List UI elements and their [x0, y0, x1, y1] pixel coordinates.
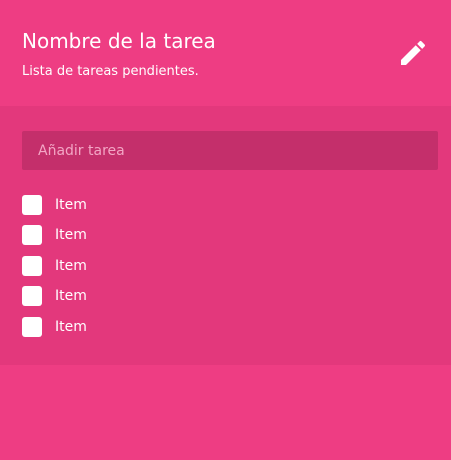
task-label: Item	[55, 288, 87, 305]
task-title: Nombre de la tarea	[22, 29, 216, 53]
list-item: Item	[22, 194, 222, 224]
list-item: Item	[22, 224, 222, 254]
task-checkbox[interactable]	[22, 286, 42, 307]
task-label: Item	[55, 257, 87, 274]
card-header: Nombre de la tarea Lista de tareas pendi…	[0, 0, 451, 106]
task-checkbox[interactable]	[22, 255, 42, 276]
task-card: Nombre de la tarea Lista de tareas pendi…	[0, 0, 451, 460]
task-label: Item	[55, 227, 87, 244]
list-item: Item	[22, 285, 222, 315]
task-checkbox[interactable]	[22, 195, 42, 215]
add-task-input[interactable]	[22, 131, 438, 170]
list-item: Item	[22, 316, 222, 346]
task-checkbox[interactable]	[22, 316, 42, 337]
task-list: Item Item Item Item Item	[22, 194, 222, 346]
list-item: Item	[22, 255, 222, 285]
edit-button[interactable]	[397, 37, 429, 69]
task-label: Item	[55, 197, 87, 213]
task-checkbox[interactable]	[22, 225, 42, 246]
pencil-icon	[397, 37, 429, 69]
task-label: Item	[55, 318, 87, 335]
task-subtitle: Lista de tareas pendientes.	[22, 64, 199, 79]
